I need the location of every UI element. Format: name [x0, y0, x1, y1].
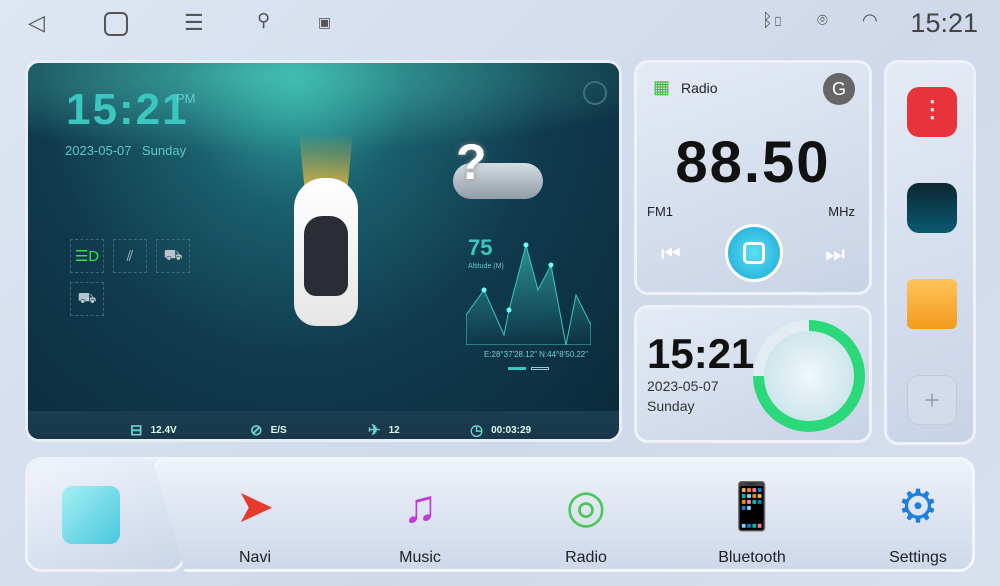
- add-app-button[interactable]: +: [907, 375, 957, 425]
- dock-label: Bluetooth: [718, 549, 786, 566]
- radio-widget[interactable]: ▦ Radio G 88.50 FM1 MHz ⏮ ⏭: [634, 60, 872, 295]
- radio-source-icon[interactable]: G: [823, 73, 855, 105]
- radio-title: Radio: [681, 80, 718, 96]
- analog-clock: [753, 320, 865, 432]
- cube-icon: [62, 486, 120, 544]
- navi-icon: ➤: [235, 480, 275, 532]
- lane-icon: ⫽: [113, 239, 147, 273]
- equalizer-app-icon[interactable]: ⫶: [907, 87, 957, 137]
- dock-music[interactable]: ♫ Music: [370, 475, 470, 567]
- bluetooth-battery-icon: ᛒ▯: [762, 10, 784, 30]
- usb-icon: ⚲: [257, 10, 271, 30]
- previous-icon[interactable]: ⏮: [661, 241, 681, 267]
- menu-icon[interactable]: ☰: [184, 10, 204, 36]
- clock-icon: ◷: [470, 422, 484, 439]
- location-icon: ⌾: [817, 10, 828, 30]
- radio-frequency: 88.50: [675, 130, 831, 195]
- info-bar: [28, 411, 619, 439]
- image-icon: ▣: [318, 14, 332, 30]
- home-icon[interactable]: [104, 12, 128, 36]
- clock-date: 2023-05-07: [647, 378, 719, 394]
- app-shortcuts: ⫶ +: [884, 60, 976, 445]
- traffic-icon: ⛟: [156, 239, 190, 273]
- radio-app-icon: ▦: [653, 77, 671, 97]
- dashboard-widget[interactable]: 15:21 PM 2023-05-07 Sunday ☰D ⫽ ⛟ ⛟ ? 75…: [25, 60, 622, 442]
- music-icon: ♫: [402, 480, 438, 532]
- widget-time: 15:21: [66, 85, 189, 134]
- satellite-icon: ✈: [368, 422, 381, 439]
- stop-button[interactable]: [725, 224, 783, 282]
- altitude-graph: [466, 242, 591, 345]
- weather-icon: ?: [456, 134, 487, 190]
- satellite-count: 12: [388, 424, 400, 436]
- file-manager-icon[interactable]: [907, 279, 957, 329]
- trip-time: 00:03:29: [491, 424, 532, 436]
- compass-icon: ⊘: [250, 422, 263, 439]
- gps-coordinates: E:28°37'28.12" N:44°8'50.22": [484, 350, 589, 359]
- widget-day: Sunday: [142, 143, 187, 158]
- radio-band[interactable]: FM1: [647, 204, 673, 219]
- gear-icon: ⚙: [897, 480, 939, 532]
- settings-icon[interactable]: [583, 81, 607, 105]
- wifi-icon: ◠: [862, 10, 878, 30]
- dock-navi[interactable]: ➤ Navi: [205, 475, 305, 567]
- radio-icon: ◎: [565, 480, 607, 532]
- radio-unit: MHz: [828, 204, 855, 219]
- clock-widget[interactable]: 15:21 2023-05-07 Sunday: [634, 305, 872, 443]
- car-settings-app-icon[interactable]: [907, 183, 957, 233]
- clock-day: Sunday: [647, 398, 695, 414]
- phone-icon: 📱: [723, 480, 781, 532]
- dock-label: Navi: [238, 549, 271, 566]
- car-image: [294, 178, 358, 326]
- voltage: 12.4V: [150, 424, 177, 436]
- page-indicator-active[interactable]: [508, 367, 526, 370]
- battery-icon: ⊟: [130, 422, 143, 439]
- dock-radio[interactable]: ◎ Radio: [536, 475, 636, 567]
- status-clock: 15:21: [910, 8, 978, 38]
- dock-bluetooth[interactable]: 📱 Bluetooth: [702, 475, 802, 567]
- ampm: PM: [176, 91, 196, 106]
- back-icon[interactable]: ◁: [28, 10, 45, 36]
- headlight-icon: ☰D: [70, 239, 104, 273]
- clock-time: 15:21: [647, 330, 755, 377]
- widget-date: 2023-05-07: [65, 143, 132, 158]
- next-icon[interactable]: ⏭: [825, 241, 845, 267]
- dock-settings[interactable]: ⚙ Settings: [868, 475, 968, 567]
- dock-label: Radio: [565, 549, 607, 566]
- direction: E/S: [270, 424, 287, 436]
- page-indicator[interactable]: [531, 367, 549, 370]
- dock-label: Settings: [889, 549, 947, 566]
- car-roof-icon: ⛟: [70, 282, 104, 316]
- stop-icon: [743, 242, 765, 264]
- dock-label: Music: [399, 549, 441, 566]
